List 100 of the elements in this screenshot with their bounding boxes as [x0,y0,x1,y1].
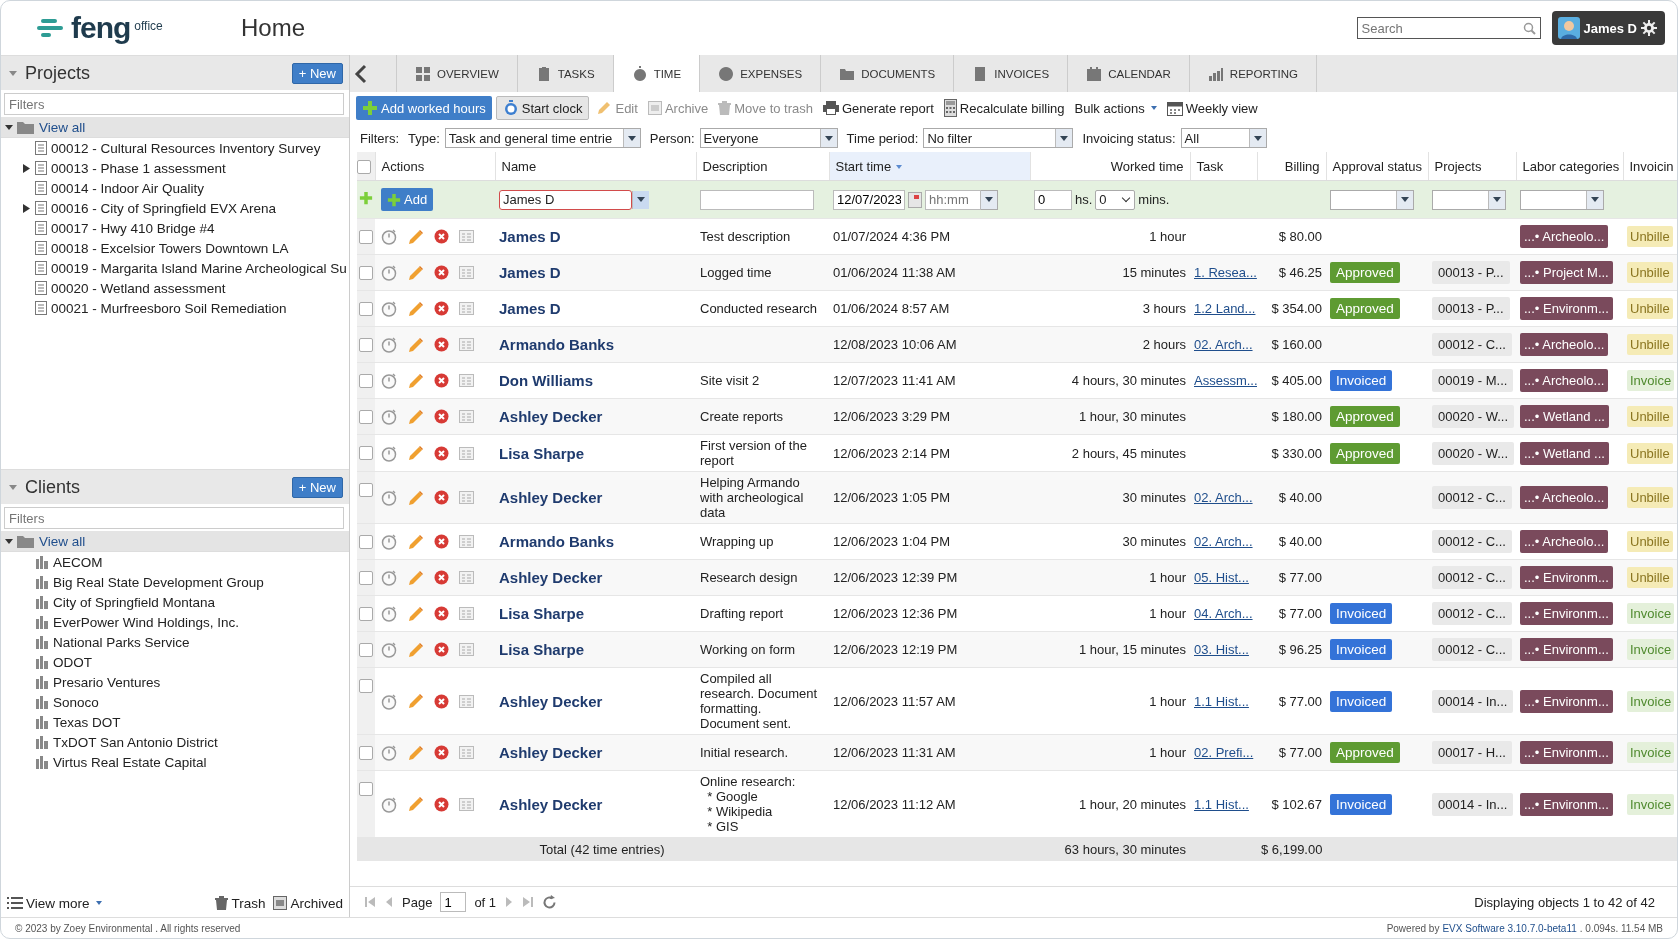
column-header[interactable]: Name [495,152,696,181]
edit-icon[interactable] [408,300,424,317]
person-link[interactable]: Lisa Sharpe [499,444,585,462]
select-all-checkbox[interactable] [357,159,371,174]
tree-item[interactable]: 00014 - Indoor Air Quality [51,180,205,196]
task-link[interactable]: 1.1 Hist... [1194,693,1249,709]
project-tag[interactable]: 00017 - H... [1432,741,1512,764]
details-icon[interactable] [459,571,474,584]
row-checkbox[interactable] [359,782,373,796]
collapse-icon[interactable] [9,70,17,76]
labor-category-tag[interactable]: ...• Environm... [1520,602,1613,625]
column-header[interactable]: Actions [375,152,495,181]
project-tag[interactable]: 00012 - C... [1432,566,1512,589]
details-icon[interactable] [459,338,474,351]
project-tag[interactable]: 00012 - C... [1432,530,1512,553]
stopwatch-icon[interactable] [381,228,398,245]
tab[interactable]: INVOICES [954,55,1069,92]
details-icon[interactable] [459,607,474,620]
expand-icon[interactable] [21,203,31,213]
tree-item[interactable]: City of Springfield Montana [53,594,216,610]
row-checkbox[interactable] [359,679,373,693]
stopwatch-icon[interactable] [381,641,398,658]
description-field[interactable] [700,189,814,210]
user-menu-button[interactable]: James D [1551,11,1665,45]
stopwatch-icon[interactable] [381,336,398,353]
tree-item[interactable]: 00016 - City of Springfield EVX Arena [51,200,277,216]
task-link[interactable]: 1.1 Hist... [1194,796,1249,812]
edit-icon[interactable] [408,372,424,389]
tree-item[interactable]: Sonoco [53,694,99,710]
page-field[interactable]: 1 [440,892,467,912]
tree-item[interactable]: 00018 - Excelsior Towers Downtown LA [51,240,289,256]
details-icon[interactable] [459,746,474,759]
labor-category-tag[interactable]: ...• Project M... [1520,261,1613,284]
tree-item[interactable]: Big Real State Development Group [53,574,264,590]
add-button[interactable]: Add [381,188,434,211]
row-checkbox[interactable] [359,746,373,760]
column-header[interactable]: Labor categories [1516,152,1623,181]
tree-item[interactable]: Texas DOT [53,714,121,730]
collapse-icon[interactable] [9,484,17,490]
approval-dropdown[interactable] [1330,189,1414,210]
project-tag[interactable]: 00013 - P... [1432,261,1510,284]
column-header[interactable]: Description [696,152,829,181]
expand-icon[interactable] [21,163,31,173]
person-link[interactable]: James D [499,228,561,245]
filter-field[interactable]: Filters [4,93,344,115]
new-button[interactable]: + New [291,476,343,498]
tab[interactable]: EXPENSES [700,55,822,92]
details-icon[interactable] [459,491,474,504]
date-field[interactable]: 12/07/2023 [833,189,905,210]
delete-icon[interactable] [434,445,449,461]
stopwatch-icon[interactable] [381,533,398,550]
new-button[interactable]: + New [291,62,343,84]
edit-icon[interactable] [408,569,424,586]
details-icon[interactable] [459,535,474,548]
stopwatch-icon[interactable] [381,744,398,761]
software-link[interactable]: EVX Software 3.10.7.0-beta11 [1442,922,1577,934]
filter-dropdown[interactable]: Everyone [699,128,838,148]
labor-category-tag[interactable]: ...• Archeolo... [1520,486,1609,509]
row-checkbox[interactable] [359,266,373,280]
toolbar-button[interactable]: Weekly view [1163,96,1261,120]
filter-dropdown[interactable]: Task and general time entrie [444,128,641,148]
project-tag[interactable]: 00012 - C... [1432,638,1512,661]
details-icon[interactable] [459,374,474,387]
edit-icon[interactable] [408,533,424,550]
tree-item[interactable]: 00012 - Cultural Resources Inventory Survey [51,140,321,156]
details-icon[interactable] [459,266,474,279]
row-checkbox[interactable] [359,483,373,497]
task-link[interactable]: Assessm... [1194,373,1257,388]
stopwatch-icon[interactable] [381,300,398,317]
details-icon[interactable] [459,643,474,656]
delete-icon[interactable] [434,337,449,352]
project-tag[interactable]: 00012 - C... [1432,333,1512,356]
row-checkbox[interactable] [359,374,373,388]
tab[interactable]: CALENDAR [1068,55,1190,92]
labor-category-tag[interactable]: ...• Environm... [1520,792,1613,816]
person-link[interactable]: Lisa Sharpe [499,605,585,622]
column-header[interactable]: Projects [1428,152,1516,181]
stopwatch-icon[interactable] [381,489,398,506]
person-link[interactable]: Ashley Decker [499,489,603,506]
edit-icon[interactable] [408,408,424,425]
delete-icon[interactable] [434,534,449,549]
first-page-icon[interactable] [364,896,376,908]
details-icon[interactable] [459,797,474,811]
hours-field[interactable]: 0 [1034,189,1072,210]
labor-category-tag[interactable]: ...• Environm... [1520,566,1613,589]
column-header[interactable]: Approval status [1326,152,1428,181]
delete-icon[interactable] [434,490,449,505]
edit-icon[interactable] [408,796,424,812]
stopwatch-icon[interactable] [381,692,398,710]
details-icon[interactable] [459,302,474,315]
tree-item[interactable]: National Parks Service [53,634,190,650]
tree-item[interactable]: EverPower Wind Holdings, Inc. [53,614,240,630]
row-checkbox[interactable] [359,643,373,657]
minutes-dropdown[interactable]: 0 [1095,189,1136,210]
tab[interactable]: DOCUMENTS [821,55,955,92]
labor-category-tag[interactable]: ...• Archeolo... [1520,369,1609,392]
task-link[interactable]: 04. Arch... [1194,606,1253,621]
column-header[interactable]: Start time [829,152,1030,181]
task-link[interactable]: 02. Arch... [1194,534,1253,549]
settings-icon[interactable] [1641,20,1657,36]
